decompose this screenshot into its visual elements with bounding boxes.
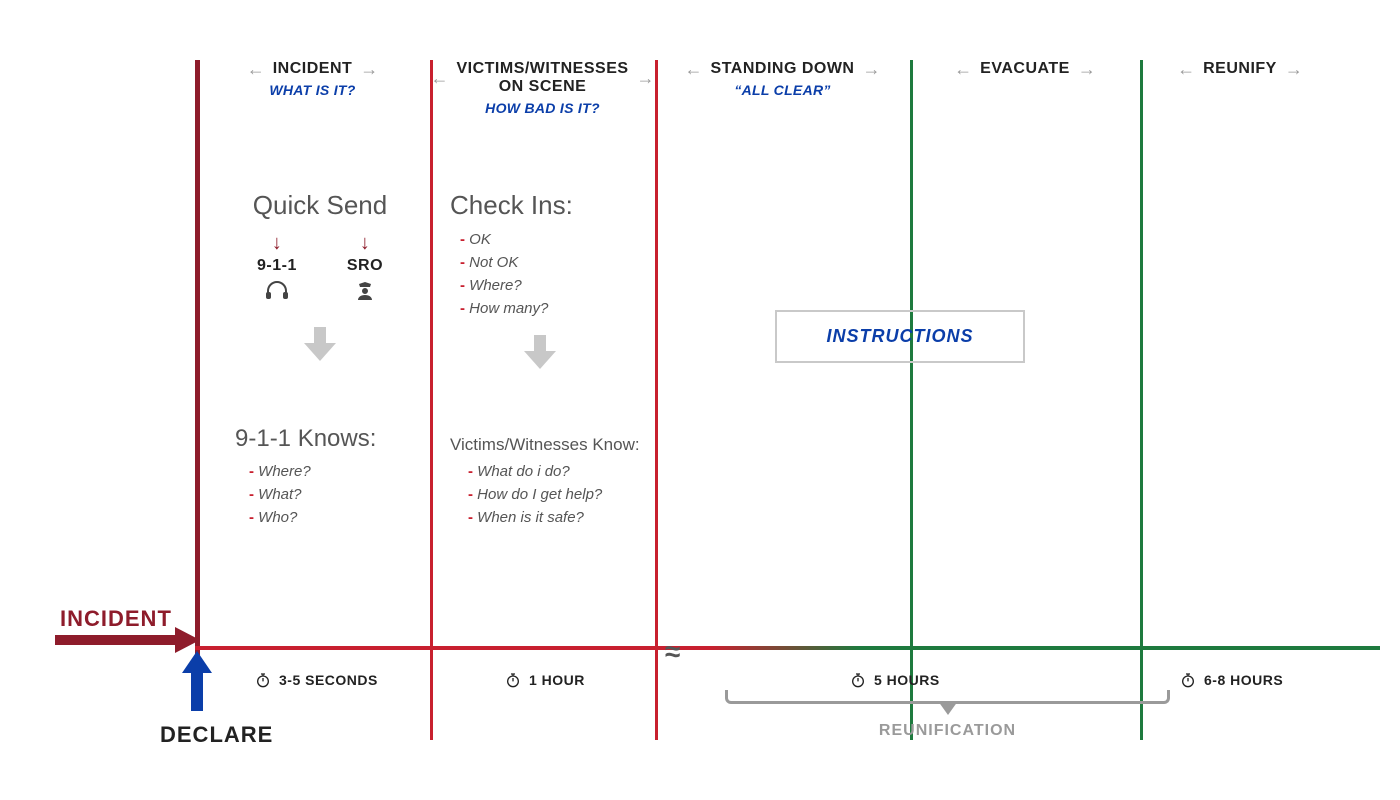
col-title: STANDING DOWN [711, 60, 855, 78]
vw-know-block: Victims/Witnesses Know: What do i do? Ho… [450, 435, 660, 532]
time-label-1: 3-5 SECONDS [255, 672, 378, 688]
divider-declare [195, 60, 200, 710]
divider-2 [655, 60, 658, 740]
arrow-down-icon: ↓ [257, 237, 297, 249]
time-label-2: 1 HOUR [505, 672, 585, 688]
list-item: What do i do? [468, 463, 660, 480]
time-axis [195, 646, 1380, 650]
label-911: 9-1-1 [257, 257, 297, 275]
arrow-down-icon: ↓ [347, 237, 383, 249]
list-item: OK [460, 231, 650, 248]
list-item: Not OK [460, 254, 650, 271]
col-title: INCIDENT [273, 60, 353, 78]
divider-1 [430, 60, 433, 740]
list-item: How do I get help? [468, 486, 660, 503]
big-arrow-down-icon [430, 329, 650, 375]
knows-title: 9-1-1 Knows: [235, 425, 425, 453]
timeline-diagram: ←INCIDENT→ WHAT IS IT? ←VICTIMS/WITNESSE… [60, 60, 1340, 710]
list-item: How many? [460, 300, 650, 317]
time-text: 3-5 SECONDS [279, 672, 378, 688]
declare-arrow-icon [182, 651, 212, 716]
break-marker-icon: ≈ [665, 636, 676, 668]
col-title: EVACUATE [980, 60, 1070, 78]
divider-4 [1140, 60, 1143, 740]
officer-icon [347, 279, 383, 309]
label-sro: SRO [347, 257, 383, 275]
stopwatch-icon [255, 672, 271, 688]
quick-send-title: Quick Send [225, 190, 415, 221]
divider-3 [910, 60, 913, 740]
col-header-reunify: ←REUNIFY→ [1145, 60, 1335, 78]
col-subtitle: “ALL CLEAR” [660, 82, 905, 98]
col-title: VICTIMS/WITNESSES ON SCENE [456, 60, 628, 96]
checkins-block: Check Ins: OK Not OK Where? How many? [450, 190, 650, 387]
checkins-title: Check Ins: [450, 190, 650, 221]
col-subtitle: WHAT IS IT? [200, 82, 425, 98]
reunification-label: REUNIFICATION [725, 722, 1170, 740]
stopwatch-icon [505, 672, 521, 688]
time-text: 6-8 HOURS [1204, 672, 1283, 688]
col-subtitle: HOW BAD IS IT? [435, 100, 650, 116]
col-header-victims: ←VICTIMS/WITNESSES ON SCENE→ HOW BAD IS … [435, 60, 650, 116]
stopwatch-icon [1180, 672, 1196, 688]
quick-send-911: ↓ 9-1-1 [257, 231, 297, 309]
time-label-4: 6-8 HOURS [1180, 672, 1283, 688]
big-arrow-down-icon [225, 321, 415, 367]
headset-icon [257, 279, 297, 307]
time-text: 1 HOUR [529, 672, 585, 688]
vw-know-title: Victims/Witnesses Know: [450, 435, 660, 455]
list-item: Where? [460, 277, 650, 294]
stopwatch-icon [850, 672, 866, 688]
incident-arrow-icon [55, 627, 200, 658]
time-label-3: 5 HOURS [850, 672, 940, 688]
quick-send-sro: ↓ SRO [347, 231, 383, 309]
declare-label: DECLARE [160, 722, 273, 748]
instructions-box: INSTRUCTIONS [775, 310, 1025, 363]
col-title: REUNIFY [1203, 60, 1277, 78]
list-item: Where? [249, 463, 425, 480]
reunification-brace: REUNIFICATION [725, 690, 1170, 740]
time-text: 5 HOURS [874, 672, 940, 688]
col-header-incident: ←INCIDENT→ WHAT IS IT? [200, 60, 425, 98]
911-knows-block: 9-1-1 Knows: Where? What? Who? [235, 425, 425, 532]
list-item: What? [249, 486, 425, 503]
quick-send-block: Quick Send ↓ 9-1-1 ↓ SRO [225, 190, 415, 379]
list-item: Who? [249, 509, 425, 526]
col-header-standingdown: ←STANDING DOWN→ “ALL CLEAR” [660, 60, 905, 98]
list-item: When is it safe? [468, 509, 660, 526]
col-header-evacuate: ←EVACUATE→ [915, 60, 1135, 78]
